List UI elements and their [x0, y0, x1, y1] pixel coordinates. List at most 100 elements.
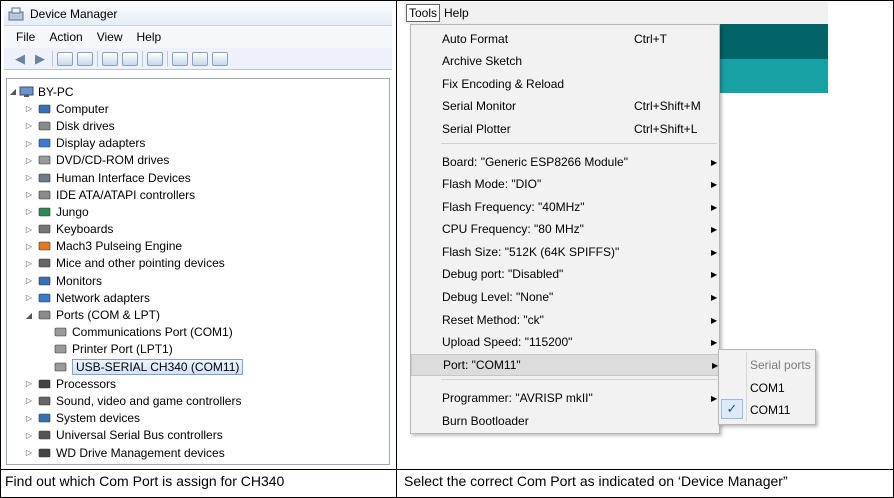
tree-category-item[interactable]: ▷ System devices	[7, 410, 389, 427]
expand-arrow-icon[interactable]: ▷	[25, 207, 33, 216]
tree-category-item[interactable]: ◢ Ports (COM & LPT)	[7, 306, 389, 323]
tree-category-item[interactable]: ▷ DVD/CD-ROM drives	[7, 152, 389, 169]
tree-item-label: Computer	[56, 101, 109, 116]
tree-root[interactable]: ◢ BY-PC	[7, 83, 389, 100]
expand-arrow-icon[interactable]: ▷	[25, 396, 33, 405]
system-device-icon	[38, 413, 51, 423]
menu-view[interactable]: View	[97, 30, 123, 44]
expand-arrow-icon[interactable]: ▷	[25, 431, 33, 440]
menu-separator	[441, 143, 717, 144]
table-divider-horizontal	[0, 469, 894, 470]
tree-item-label: Sound, video and game controllers	[56, 393, 242, 408]
menu-item-label: Fix Encoding & Reload	[442, 77, 565, 91]
monitor-icon	[38, 276, 51, 285]
menu-item[interactable]: Auto Format Ctrl+T	[411, 28, 719, 50]
tree-view-icon[interactable]	[57, 51, 73, 66]
help-icon[interactable]	[102, 51, 118, 66]
menu-item[interactable]: Fix Encoding & Reload	[411, 73, 719, 95]
menu-help[interactable]: Help	[444, 6, 469, 20]
tree-category-item[interactable]: ▷ Mach3 Pulseing Engine	[7, 238, 389, 255]
menu-item[interactable]: Reset Method: "ck" ▶	[411, 309, 719, 331]
tree-category-item[interactable]: ▷ Processors	[7, 375, 389, 392]
disable-icon[interactable]	[212, 51, 228, 66]
expand-arrow-icon[interactable]: ▷	[25, 259, 33, 268]
tree-category-item[interactable]: ▷ Computer	[7, 100, 389, 117]
tree-item-label: Ports (COM & LPT)	[56, 308, 161, 323]
tree-category-item[interactable]: ▷ Keyboards	[7, 221, 389, 238]
tree-category-item[interactable]: ▷ Mice and other pointing devices	[7, 255, 389, 272]
expand-arrow-icon[interactable]: ▷	[25, 190, 33, 199]
tree-category-item[interactable]: ▷ Display adapters	[7, 135, 389, 152]
scan-hardware-icon[interactable]	[147, 51, 163, 66]
menu-item[interactable]: Flash Mode: "DIO" ▶	[411, 173, 719, 195]
panel-icon[interactable]	[122, 51, 138, 66]
menu-item[interactable]: Debug port: "Disabled" ▶	[411, 263, 719, 285]
expand-arrow-icon[interactable]: ▷	[25, 414, 33, 423]
device-tree[interactable]: ◢ BY-PC ▷ Computer ▷ Disk drives ▷ Display ad…	[6, 78, 390, 465]
submenu-gutter	[746, 352, 747, 422]
menu-item[interactable]: Serial Plotter Ctrl+Shift+L	[411, 118, 719, 140]
expand-arrow-icon[interactable]: ▷	[25, 242, 33, 251]
menu-item[interactable]: Debug Level: "None" ▶	[411, 286, 719, 308]
submenu-arrow-icon: ▶	[711, 202, 718, 212]
submenu-arrow-icon: ▶	[711, 292, 718, 302]
network-adapter-icon	[38, 293, 51, 303]
mach3-icon	[38, 241, 51, 251]
menu-item-label: Debug port: "Disabled"	[442, 267, 564, 281]
tree-child-item[interactable]: USB-SERIAL CH340 (COM11)	[7, 358, 389, 375]
tree-child-item[interactable]: Communications Port (COM1)	[7, 324, 389, 341]
expand-arrow-icon[interactable]: ▷	[25, 173, 33, 182]
forward-arrow-icon[interactable]: ▶	[32, 51, 48, 66]
properties-icon[interactable]	[77, 51, 93, 66]
menu-item[interactable]: Flash Frequency: "40MHz" ▶	[411, 196, 719, 218]
menu-item[interactable]: Archive Sketch	[411, 50, 719, 72]
submenu-arrow-icon: ▶	[711, 247, 718, 257]
tree-category-item[interactable]: ▷ Jungo	[7, 203, 389, 220]
tree-category-item[interactable]: ▷ Network adapters	[7, 289, 389, 306]
tree-category-item[interactable]: ▷ WD Drive Management devices	[7, 444, 389, 461]
menu-item[interactable]: CPU Frequency: "80 MHz" ▶	[411, 218, 719, 240]
menu-item[interactable]: Upload Speed: "115200" ▶	[411, 331, 719, 353]
menu-item-label: CPU Frequency: "80 MHz"	[442, 222, 584, 236]
toolbar-separator	[142, 50, 143, 67]
menu-file[interactable]: File	[16, 30, 35, 44]
tree-category-item[interactable]: ▷ Universal Serial Bus controllers	[7, 427, 389, 444]
port-icon	[38, 310, 51, 320]
tree-category-item[interactable]: ▷ Human Interface Devices	[7, 169, 389, 186]
menu-item[interactable]: Board: "Generic ESP8266 Module" ▶	[411, 151, 719, 173]
menu-item[interactable]: Serial Monitor Ctrl+Shift+M	[411, 95, 719, 117]
menu-tools[interactable]: Tools	[406, 4, 441, 22]
collapse-arrow-icon[interactable]: ◢	[25, 311, 33, 320]
expand-arrow-icon[interactable]: ▷	[25, 276, 33, 285]
update-driver-icon[interactable]	[172, 51, 188, 66]
expand-arrow-icon[interactable]: ▷	[25, 139, 33, 148]
uninstall-icon[interactable]	[192, 51, 208, 66]
menu-action[interactable]: Action	[49, 30, 82, 44]
expand-arrow-icon[interactable]: ▷	[25, 225, 33, 234]
expand-arrow-icon[interactable]: ▷	[25, 121, 33, 130]
expand-arrow-icon[interactable]: ▷	[25, 156, 33, 165]
tree-child-item[interactable]: Printer Port (LPT1)	[7, 341, 389, 358]
tree-category-item[interactable]: ▷ Monitors	[7, 272, 389, 289]
menu-item[interactable]: Flash Size: "512K (64K SPIFFS)" ▶	[411, 241, 719, 263]
submenu-arrow-icon: ▶	[711, 315, 718, 325]
tree-category-item[interactable]: ▷ Sound, video and game controllers	[7, 392, 389, 409]
expand-arrow-icon[interactable]: ▷	[25, 379, 33, 388]
port-option-com11[interactable]: COM11	[750, 403, 790, 417]
tree-category-item[interactable]: ▷ Disk drives	[7, 117, 389, 134]
menu-item[interactable]: Programmer: "AVRISP mkII" ▶	[411, 387, 719, 409]
menu-item-shortcut: Ctrl+T	[634, 32, 667, 46]
back-arrow-icon[interactable]: ◀	[12, 51, 28, 66]
tree-category-item[interactable]: ▷ IDE ATA/ATAPI controllers	[7, 186, 389, 203]
port-icon	[54, 345, 67, 354]
tree-item-label: Disk drives	[56, 118, 115, 133]
port-option-com1[interactable]: COM1	[750, 381, 785, 395]
menu-help[interactable]: Help	[137, 30, 162, 44]
expand-arrow-icon[interactable]: ▷	[25, 104, 33, 113]
expand-arrow-icon[interactable]: ▷	[25, 448, 33, 457]
collapse-arrow-icon[interactable]: ◢	[9, 87, 17, 96]
menu-item[interactable]: Burn Bootloader	[411, 410, 719, 432]
tree-item-label: Mach3 Pulseing Engine	[56, 239, 183, 254]
expand-arrow-icon[interactable]: ▷	[25, 293, 33, 302]
menu-item[interactable]: Port: "COM11" ▶	[411, 354, 719, 376]
